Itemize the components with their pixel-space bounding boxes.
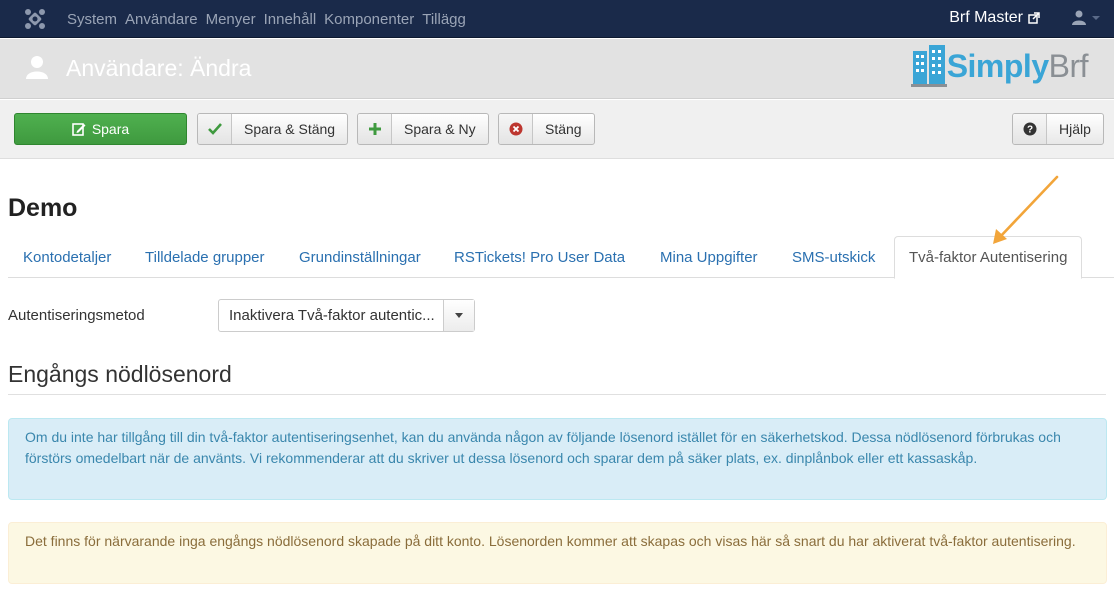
save-button-label: Spara [91,121,130,137]
info-alert: Om du inte har tillgång till din två-fak… [8,418,1107,500]
help-button-label: Hjälp [1059,121,1091,137]
close-button-label: Stäng [545,121,582,137]
tab-sms[interactable]: SMS-utskick [792,249,875,266]
chevron-down-icon [1092,15,1100,20]
menu-menus[interactable]: Menyer [206,11,256,28]
main-menu: System Användare Menyer Innehåll Kompone… [67,0,474,38]
save-button[interactable]: Spara [14,113,187,145]
save-close-button[interactable]: Spara & Stäng [197,113,349,145]
auth-method-value: Inaktivera Två-faktor autentic... [229,307,435,324]
menu-users[interactable]: Användare [125,11,198,28]
tab-bar: Kontodetaljer Tilldelade grupper Grundin… [8,236,1114,279]
page-title: Användare: Ändra [66,55,252,81]
section-divider [8,394,1106,395]
tab-basic-settings[interactable]: Grundinställningar [299,249,421,266]
chevron-down-icon [455,313,463,318]
help-icon-wrap: ? [1013,114,1047,144]
brand-name: SimplyBrf [946,47,1089,85]
user-name-heading: Demo [8,194,78,222]
svg-text:?: ? [1026,125,1032,136]
brand-primary: Simply [946,47,1049,84]
question-icon: ? [1023,122,1036,136]
user-icon [26,56,48,79]
toolbar: Spara Spara & Stäng Spara & Ny Stäng ? H… [0,100,1114,159]
select-toggle[interactable] [443,300,474,331]
menu-extensions[interactable]: Tillägg [422,11,466,28]
brand-secondary: Brf [1048,47,1089,84]
section-title: Engångs nödlösenord [8,361,232,387]
tab-account-details[interactable]: Kontodetaljer [23,249,111,266]
menu-components[interactable]: Komponenter [324,11,414,28]
auth-method-label: Autentiseringsmetod [8,307,145,324]
user-menu[interactable] [1072,10,1100,25]
menu-system[interactable]: System [67,11,117,28]
save-new-button-label: Spara & Ny [404,121,476,137]
tab-rstickets-user-data[interactable]: RSTickets! Pro User Data [454,249,625,266]
annotation-arrow-icon [993,175,1059,244]
tab-my-details[interactable]: Mina Uppgifter [660,249,758,266]
joomla-logo-icon[interactable] [24,8,46,30]
site-name: Brf Master [949,9,1023,26]
save-close-button-label: Spara & Stäng [244,121,336,137]
page-header: Användare: Ändra SimplyBrf [0,39,1114,99]
simplybrf-logo: SimplyBrf [910,45,1089,87]
warning-alert: Det finns för närvarande inga engångs nö… [8,522,1107,584]
cancel-icon [509,122,522,136]
top-navbar: System Användare Menyer Innehåll Kompone… [0,0,1114,38]
external-link-icon [1028,12,1040,24]
menu-content[interactable]: Innehåll [264,11,317,28]
site-link[interactable]: Brf Master [949,9,1040,27]
edit-icon [72,123,86,136]
close-button[interactable]: Stäng [498,113,595,145]
plus-icon [368,123,381,135]
cancel-icon-wrap [499,114,533,144]
tab-assigned-groups[interactable]: Tilldelade grupper [145,249,265,266]
check-icon [207,123,222,135]
auth-method-select[interactable]: Inaktivera Två-faktor autentic... [218,299,475,332]
user-icon [1072,10,1086,25]
plus-icon-wrap [358,114,392,144]
check-icon-wrap [198,114,232,144]
help-button[interactable]: ? Hjälp [1012,113,1104,145]
save-new-button[interactable]: Spara & Ny [357,113,489,145]
building-icon [910,45,947,87]
